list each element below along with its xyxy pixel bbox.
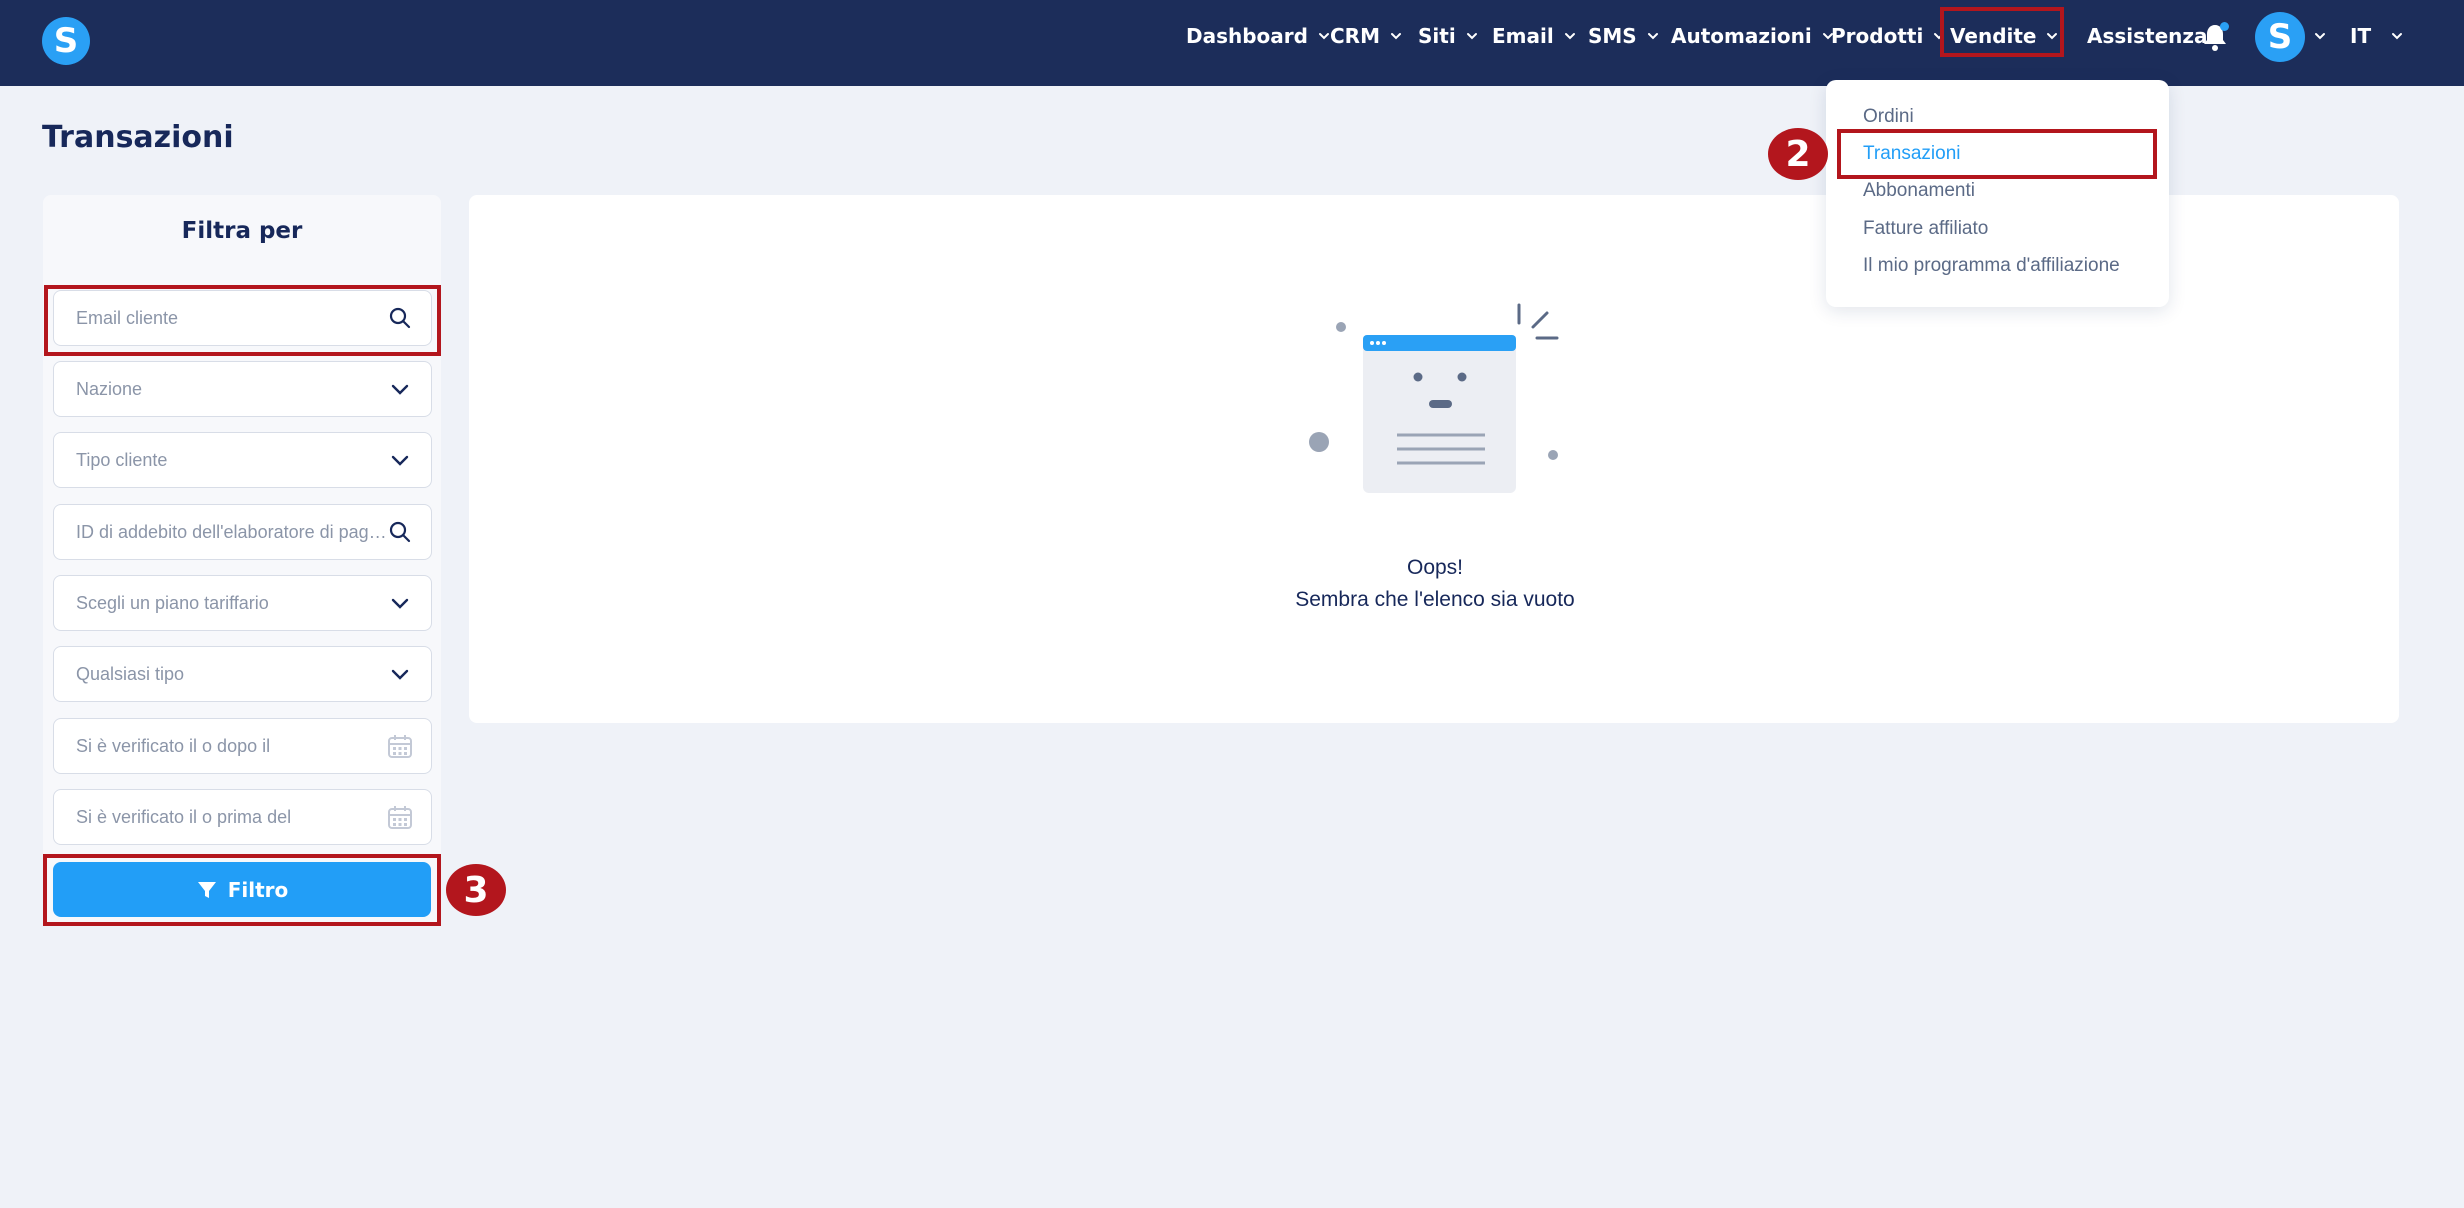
chevron-down-icon: [1562, 28, 1578, 44]
chevron-down-icon: [387, 661, 413, 687]
menu-item-abbonamenti[interactable]: Abbonamenti: [1863, 180, 1975, 202]
nation-select[interactable]: Nazione: [53, 361, 432, 417]
nav-prodotti-label: Prodotti: [1831, 24, 1924, 48]
chevron-down-icon: [387, 376, 413, 402]
nav-automazioni[interactable]: Automazioni: [1671, 20, 1836, 52]
chevron-down-icon: [2389, 28, 2405, 44]
transazioni-highlight-box: [1837, 129, 2157, 179]
type-select-placeholder: Qualsiasi tipo: [76, 663, 185, 684]
nav-crm-label: CRM: [1330, 24, 1380, 48]
empty-state-line1: Oops!: [1406, 556, 1464, 579]
nav-sms[interactable]: SMS: [1588, 20, 1661, 52]
empty-state-line2: Sembra che l'elenco sia vuoto: [1295, 588, 1575, 611]
menu-item-fatture-affiliato[interactable]: Fatture affiliato: [1863, 218, 1988, 240]
pricing-plan-placeholder: Scegli un piano tariffario: [76, 592, 269, 613]
nav-prodotti[interactable]: Prodotti: [1831, 20, 1947, 52]
nav-siti-label: Siti: [1418, 24, 1456, 48]
date-before-placeholder: Si è verificato il o prima del: [76, 806, 292, 827]
chevron-down-icon: [1645, 28, 1661, 44]
chevron-down-icon[interactable]: [2312, 28, 2328, 44]
top-navigation-bar: S Dashboard CRM Siti Email SMS Automazio…: [0, 0, 2464, 86]
step-badge-2: 2: [1768, 128, 1828, 180]
vendite-highlight-box: [1940, 7, 2064, 57]
date-after-placeholder: Si è verificato il o dopo il: [76, 735, 271, 756]
calendar-icon: [387, 804, 413, 830]
chevron-down-icon: [1388, 28, 1404, 44]
nav-email-label: Email: [1492, 24, 1554, 48]
pricing-plan-select[interactable]: Scegli un piano tariffario: [53, 575, 432, 631]
customer-type-placeholder: Tipo cliente: [76, 449, 168, 470]
chevron-down-icon: [387, 590, 413, 616]
nav-assistenza-label: Assistenza: [2087, 24, 2208, 48]
nav-assistenza[interactable]: Assistenza: [2087, 20, 2208, 52]
type-select[interactable]: Qualsiasi tipo: [53, 646, 432, 702]
nav-crm[interactable]: CRM: [1330, 20, 1404, 52]
nation-select-placeholder: Nazione: [76, 378, 143, 399]
email-highlight-box: [44, 285, 441, 356]
charge-id-placeholder: ID di addebito dell'elaboratore di pagam…: [76, 521, 387, 542]
language-selector[interactable]: IT: [2350, 20, 2405, 52]
nav-siti[interactable]: Siti: [1418, 20, 1480, 52]
menu-item-programma-affiliazione[interactable]: Il mio programma d'affiliazione: [1863, 255, 2120, 277]
app-logo[interactable]: S: [42, 17, 90, 65]
nav-dashboard[interactable]: Dashboard: [1186, 20, 1332, 52]
step-badge-3: 3: [446, 864, 506, 916]
chevron-down-icon: [1464, 28, 1480, 44]
nav-email[interactable]: Email: [1492, 20, 1578, 52]
customer-type-select[interactable]: Tipo cliente: [53, 432, 432, 488]
filter-button-highlight-box: [43, 854, 441, 926]
nav-sms-label: SMS: [1588, 24, 1637, 48]
date-before-field[interactable]: Si è verificato il o prima del: [53, 789, 432, 845]
avatar[interactable]: S: [2255, 12, 2305, 62]
nav-automazioni-label: Automazioni: [1671, 24, 1812, 48]
date-after-field[interactable]: Si è verificato il o dopo il: [53, 718, 432, 774]
nav-dashboard-label: Dashboard: [1186, 24, 1308, 48]
chevron-down-icon: [387, 447, 413, 473]
empty-list-illustration: [1309, 303, 1559, 493]
empty-state-message: Oops! Sembra che l'elenco sia vuoto: [1200, 552, 1670, 616]
notification-dot: [2220, 22, 2229, 31]
calendar-icon: [387, 733, 413, 759]
menu-item-ordini[interactable]: Ordini: [1863, 106, 1914, 128]
page-title: Transazioni: [42, 120, 234, 155]
language-label: IT: [2350, 24, 2372, 48]
search-icon: [387, 519, 413, 545]
charge-id-field[interactable]: ID di addebito dell'elaboratore di pagam…: [53, 504, 432, 560]
filter-panel-title: Filtra per: [181, 218, 303, 244]
